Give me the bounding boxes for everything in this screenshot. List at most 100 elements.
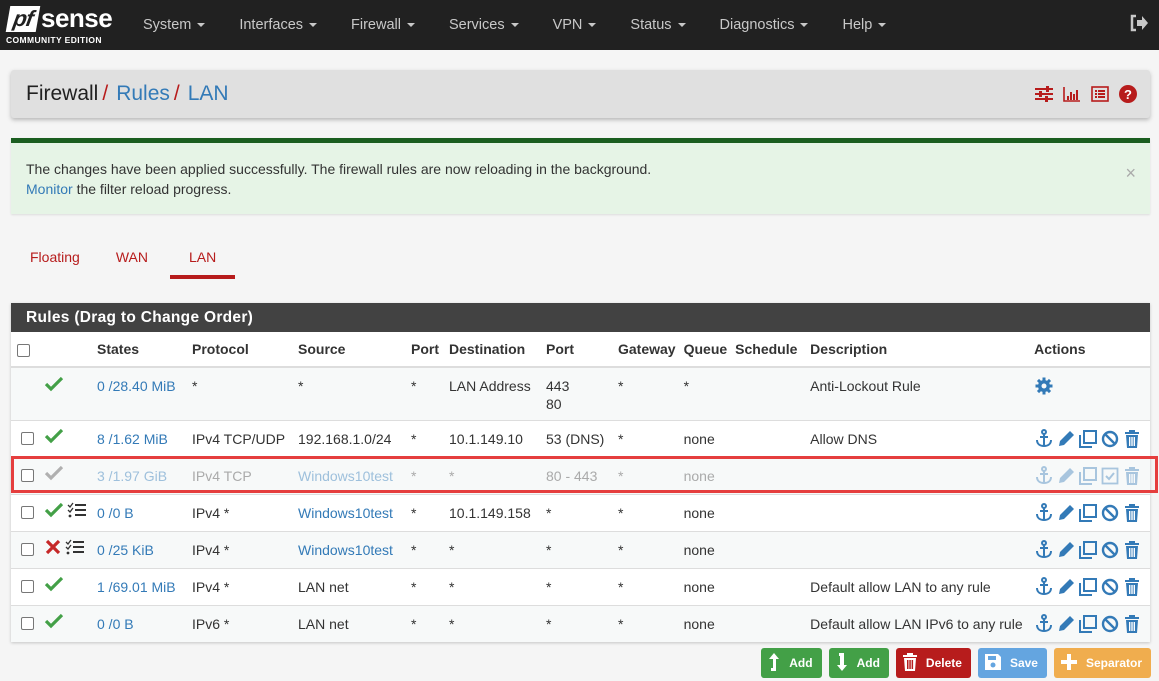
table-row[interactable]: 3 /1.97 GiB IPv4 TCP Windows10test * * 80 - 4… [11,456,1150,494]
trash-icon[interactable] [1122,614,1141,634]
monitor-link[interactable]: Monitor [26,181,73,197]
delete-button[interactable]: Delete [895,648,971,678]
button-label: Save [1009,656,1038,670]
trash-icon[interactable] [1122,429,1141,449]
row-checkbox[interactable] [21,506,34,519]
table-row[interactable]: 0 /25 KiB IPv4 * Windows10test * * * * none [11,530,1150,568]
anchor-icon[interactable] [1034,503,1053,523]
anchor-icon[interactable] [1034,614,1053,634]
list-icon[interactable] [1090,84,1110,104]
pencil-icon[interactable] [1056,503,1075,523]
table-row[interactable]: 0 /0 B IPv6 * LAN net * * * * none Default allow… [11,604,1150,642]
rule-source-link[interactable]: Windows10test [298,505,393,521]
add-bottom-button[interactable]: Add [828,648,889,678]
menu-label: Interfaces [239,17,304,33]
caret-down-icon [406,23,415,27]
row-checkbox[interactable] [21,543,34,556]
header-actions: Actions [1030,332,1150,368]
help-icon[interactable]: ? [1118,84,1138,104]
table-row[interactable]: 0 /0 B IPv4 * Windows10test * 10.1.149.158 * *… [11,493,1150,531]
menu-label: Diagnostics [719,17,795,33]
trash-icon[interactable] [1122,540,1141,560]
table-row[interactable]: 1 /69.01 MiB IPv4 * LAN net * * * * none Default… [11,567,1150,605]
save-button[interactable]: Save [977,648,1047,678]
rule-source: LAN net [298,615,349,632]
ban-icon[interactable] [1100,540,1119,560]
ban-icon[interactable] [1100,429,1119,449]
row-checkbox[interactable] [21,469,34,482]
breadcrumb-separator: / [173,82,180,105]
menu-status[interactable]: Status [613,0,702,50]
menu-help[interactable]: Help [825,0,903,50]
menu-interfaces[interactable]: Interfaces [222,0,334,50]
pencil-icon[interactable] [1056,540,1075,560]
table-row[interactable]: 8 /1.62 MiB IPv4 TCP/UDP 192.168.1.0/24 * 10… [11,419,1150,457]
sliders-icon[interactable] [1034,84,1054,104]
rule-source-link[interactable]: Windows10test [298,542,393,558]
rule-states-link[interactable]: 3 /1.97 GiB [97,468,167,484]
rule-states-link[interactable]: 0 /0 B [97,505,134,521]
breadcrumb-rules[interactable]: Rules [116,82,170,106]
add-top-button[interactable]: Add [761,648,822,678]
pfsense-logo[interactable]: pf sense COMMUNITY EDITION [0,0,115,50]
breadcrumb-lan[interactable]: LAN [188,82,229,106]
trash-icon[interactable] [1122,577,1141,597]
menu-system[interactable]: System [126,0,222,50]
anchor-icon[interactable] [1034,540,1053,560]
pencil-icon[interactable] [1056,429,1075,449]
tab-lan[interactable]: LAN [169,246,236,279]
header-schedule: Schedule [731,332,807,368]
row-checkbox[interactable] [21,617,34,630]
close-icon[interactable]: × [1125,163,1136,183]
copy-icon[interactable] [1078,577,1097,597]
rule-states-link[interactable]: 0 /28.40 MiB [97,378,176,394]
rule-states-link[interactable]: 0 /25 KiB [97,542,154,558]
gear-icon[interactable] [1034,376,1053,396]
rule-source-port: * [411,615,417,632]
row-checkbox[interactable] [21,580,34,593]
anchor-icon[interactable] [1034,466,1053,486]
rule-states-link[interactable]: 1 /69.01 MiB [97,579,176,595]
rule-source: * [298,378,304,394]
pencil-icon[interactable] [1056,577,1075,597]
tab-floating[interactable]: Floating [16,246,94,279]
menu-label: VPN [552,17,583,33]
row-checkbox[interactable] [21,432,34,445]
ban-icon[interactable] [1100,577,1119,597]
bar-chart-icon[interactable] [1062,84,1082,104]
copy-icon[interactable] [1078,466,1097,486]
ban-icon[interactable] [1100,503,1119,523]
copy-icon[interactable] [1078,503,1097,523]
menu-diagnostics[interactable]: Diagnostics [703,0,826,50]
rule-dest-port: 53 (DNS) [546,430,605,447]
copy-icon[interactable] [1078,614,1097,634]
pencil-icon[interactable] [1056,614,1075,634]
copy-icon[interactable] [1078,540,1097,560]
sign-out-icon[interactable] [1129,14,1149,34]
rule-states-link[interactable]: 8 /1.62 MiB [97,431,168,447]
ban-icon[interactable] [1100,614,1119,634]
rule-source-link[interactable]: Windows10test [298,468,393,484]
rule-description: Allow DNS [810,430,878,447]
menu-services[interactable]: Services [432,0,536,50]
anchor-icon[interactable] [1034,577,1053,597]
main-menu: System Interfaces Firewall Services VPN … [126,0,903,50]
rule-protocol: IPv6 * [192,615,230,632]
menu-firewall[interactable]: Firewall [334,0,432,50]
tab-wan[interactable]: WAN [102,246,162,279]
anchor-icon[interactable] [1034,429,1053,449]
caret-down-icon [197,23,206,27]
trash-icon[interactable] [1122,466,1141,486]
rule-queue: none [683,467,715,484]
trash-icon[interactable] [1122,503,1141,523]
menu-vpn[interactable]: VPN [536,0,614,50]
separator-button[interactable]: Separator [1053,648,1151,678]
select-all-checkbox[interactable] [17,343,30,357]
pencil-icon[interactable] [1056,466,1075,486]
copy-icon[interactable] [1078,429,1097,449]
caret-down-icon [677,23,686,27]
check-square-icon[interactable] [1100,466,1119,486]
table-row[interactable]: 0 /28.40 MiB * * * LAN Address 443 80 * * Anti-Lo… [11,366,1150,420]
rule-states-link[interactable]: 0 /0 B [97,616,134,632]
rule-source-port: * [411,541,417,558]
